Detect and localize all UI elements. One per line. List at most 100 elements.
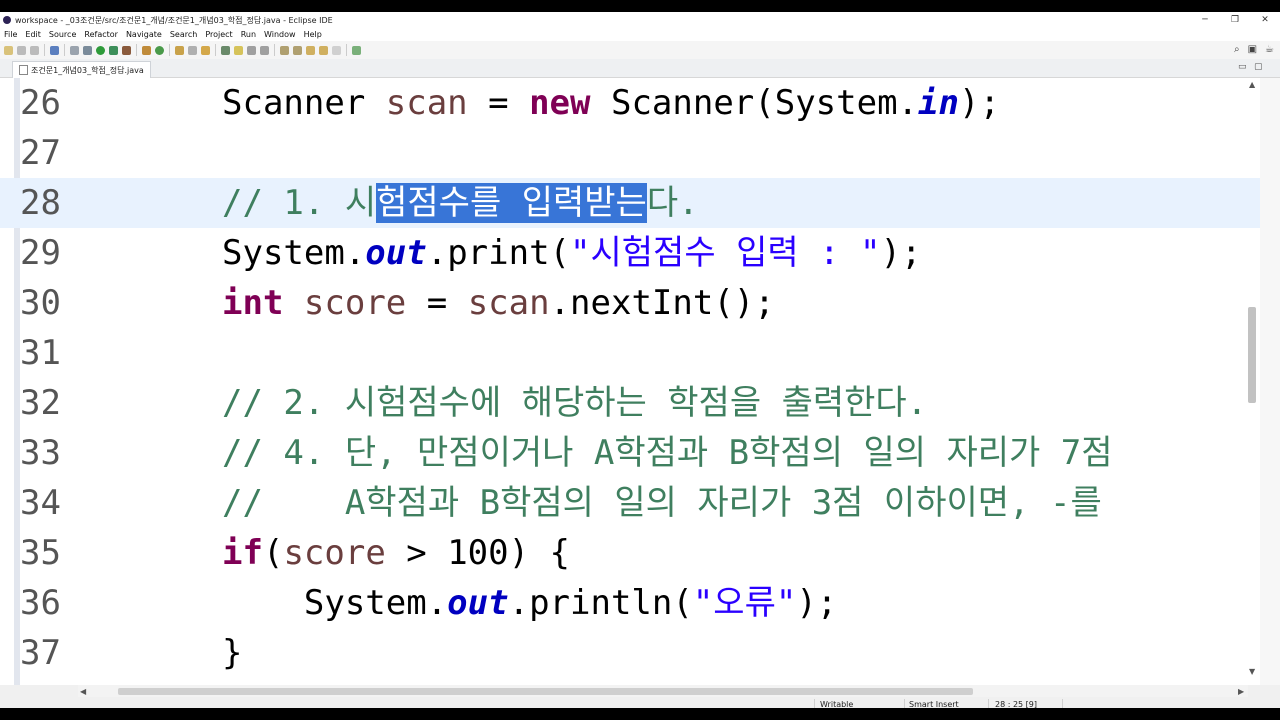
pilcrow-icon[interactable] [260, 45, 269, 55]
previous-annotation-icon[interactable] [293, 45, 302, 55]
comment-after-selection: 다. [646, 183, 699, 223]
debug-icon[interactable] [83, 45, 92, 55]
code-line[interactable]: 34 // A학점과 B학점의 일의 자리가 3점 이하이면, -를 [0, 478, 1260, 528]
next-annotation-icon[interactable] [280, 45, 289, 55]
toolbar-separator [136, 44, 137, 56]
status-divider [1062, 699, 1063, 708]
overview-ruler [1260, 78, 1280, 685]
window-title: workspace - _03조건문/src/조건문1_개념/조건문1_개념03… [15, 15, 333, 25]
comment-before-selection: // 1. 시 [222, 183, 377, 223]
coverage-icon[interactable] [109, 45, 118, 55]
menu-refactor[interactable]: Refactor [80, 30, 122, 39]
code-line[interactable]: 29 System.out.print("시험점수 입력 : "); [0, 228, 1260, 278]
string-literal: "오류" [692, 583, 797, 623]
run-icon[interactable] [96, 45, 105, 55]
code-comment: // A학점과 B학점의 일의 자리가 3점 이하이면, -를 [222, 483, 1102, 523]
text-selection: 험점수를 입력받는 [376, 183, 647, 223]
code-editor[interactable]: 26 Scanner scan = new Scanner(System.in)… [0, 78, 1260, 685]
code-line[interactable]: 35 if(score > 100) { [0, 528, 1260, 578]
code-line[interactable]: 27 [0, 128, 1260, 178]
toggle-block-selection-icon[interactable] [234, 45, 243, 55]
menu-navigate[interactable]: Navigate [122, 30, 166, 39]
last-edit-location-icon[interactable] [306, 45, 315, 55]
toolbar-separator [346, 44, 347, 56]
code-line[interactable]: 26 Scanner scan = new Scanner(System.in)… [0, 78, 1260, 128]
restore-button[interactable]: ❐ [1220, 15, 1250, 25]
pin-editor-icon[interactable] [352, 45, 361, 55]
code-line[interactable]: 36 System.out.println("오류"); [0, 578, 1260, 628]
line-number: 34 [20, 483, 61, 523]
menu-file[interactable]: File [0, 30, 21, 39]
terminal-icon[interactable] [50, 45, 59, 55]
maximize-editor-button[interactable]: ▢ [1254, 62, 1263, 72]
toolbar-separator [215, 44, 216, 56]
new-java-class-icon[interactable] [155, 45, 164, 55]
editor-tab-bar: 조건문1_개념03_학점_정답.java ▭ ▢ [0, 59, 1280, 78]
line-number: 27 [20, 133, 61, 173]
toolbar-right: ⌕ ▣ ☕ [1234, 44, 1274, 55]
eclipse-logo-icon [3, 16, 11, 24]
line-number: 33 [20, 433, 61, 473]
code-text: } [222, 633, 243, 673]
code-text: System.out.println("오류"); [222, 583, 838, 623]
toolbar-separator [64, 44, 65, 56]
menu-project[interactable]: Project [201, 30, 236, 39]
vertical-scrollbar-thumb[interactable] [1248, 307, 1256, 403]
menu-run[interactable]: Run [237, 30, 260, 39]
menu-edit[interactable]: Edit [21, 30, 45, 39]
editor-tab[interactable]: 조건문1_개념03_학점_정답.java [12, 61, 151, 78]
line-number: 36 [20, 583, 61, 623]
code-line[interactable]: 37 } [0, 628, 1260, 678]
code-text: Scanner scan = new Scanner(System.in); [222, 83, 1000, 123]
eclipse-window: workspace - _03조건문/src/조건문1_개념/조건문1_개념03… [0, 12, 1280, 708]
toggle-mark-occurrences-icon[interactable] [221, 45, 230, 55]
line-number: 31 [20, 333, 61, 373]
code-line[interactable]: 33 // 4. 단, 만점이거나 A학점과 B학점의 일의 자리가 7점 [0, 428, 1260, 478]
horizontal-scrollbar-thumb[interactable] [118, 688, 973, 695]
external-tools-icon[interactable] [122, 45, 131, 55]
open-type-icon[interactable] [175, 45, 184, 55]
status-insert-mode: Smart Insert [909, 700, 959, 708]
toolbar-separator [274, 44, 275, 56]
code-line[interactable]: 30 int score = scan.nextInt(); [0, 278, 1260, 328]
status-divider [814, 699, 815, 708]
scroll-up-arrow-icon[interactable]: ▲ [1249, 80, 1255, 89]
current-code-line[interactable]: 28 // 1. 시험점수를 입력받는다. [0, 178, 1260, 228]
line-number: 35 [20, 533, 61, 573]
line-number: 32 [20, 383, 61, 423]
search-icon[interactable] [201, 45, 210, 55]
code-comment: // 4. 단, 만점이거나 A학점과 B학점의 일의 자리가 7점 [222, 433, 1113, 473]
code-line[interactable]: 32 // 2. 시험점수에 해당하는 학점을 출력한다. [0, 378, 1260, 428]
minimize-button[interactable]: ─ [1190, 15, 1220, 25]
skip-breakpoints-icon[interactable] [70, 45, 79, 55]
menu-source[interactable]: Source [45, 30, 80, 39]
new-java-package-icon[interactable] [142, 45, 151, 55]
open-perspective-icon[interactable]: ▣ [1248, 44, 1257, 55]
open-task-icon[interactable] [188, 45, 197, 55]
line-number: 30 [20, 283, 61, 323]
quick-access-search-icon[interactable]: ⌕ [1234, 44, 1240, 55]
menu-help[interactable]: Help [300, 30, 326, 39]
scroll-left-arrow-icon[interactable]: ◀ [80, 687, 86, 696]
editor-tab-label: 조건문1_개념03_학점_정답.java [31, 65, 144, 75]
close-button[interactable]: ✕ [1250, 15, 1280, 25]
line-number: 37 [20, 633, 61, 673]
scroll-right-arrow-icon[interactable]: ▶ [1238, 687, 1244, 696]
menu-window[interactable]: Window [260, 30, 300, 39]
show-whitespace-icon[interactable] [247, 45, 256, 55]
code-text: int score = scan.nextInt(); [222, 283, 775, 323]
code-line[interactable]: 31 [0, 328, 1260, 378]
minimize-editor-button[interactable]: ▭ [1238, 62, 1247, 72]
new-icon[interactable] [4, 45, 13, 55]
status-divider [988, 699, 989, 708]
save-icon[interactable] [17, 45, 26, 55]
menu-bar: File Edit Source Refactor Navigate Searc… [0, 28, 1280, 41]
java-perspective-icon[interactable]: ☕ [1265, 44, 1274, 55]
save-all-icon[interactable] [30, 45, 39, 55]
code-comment: // 2. 시험점수에 해당하는 학점을 출력한다. [222, 383, 928, 423]
menu-search[interactable]: Search [166, 30, 201, 39]
forward-icon[interactable] [332, 45, 341, 55]
scroll-down-arrow-icon[interactable]: ▼ [1249, 667, 1255, 676]
back-icon[interactable] [319, 45, 328, 55]
status-writable: Writable [820, 700, 854, 708]
